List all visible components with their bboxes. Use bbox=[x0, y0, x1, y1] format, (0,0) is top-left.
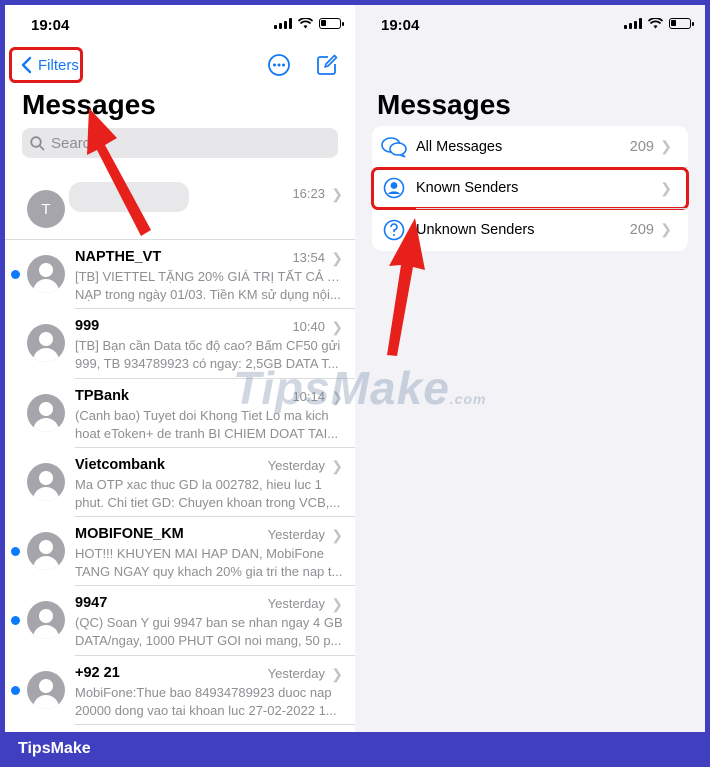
message-preview: MobiFone:Thue bao 84934789923 duoc nap 20… bbox=[75, 684, 337, 718]
chevron-right-icon: ❯ bbox=[331, 319, 343, 336]
chevron-right-icon: ❯ bbox=[331, 596, 343, 613]
chevron-right-icon: ❯ bbox=[331, 665, 343, 682]
watermark: TipsMake.com bbox=[233, 362, 487, 414]
message-preview: Ma OTP xac thuc GD la 002782, hieu luc 1… bbox=[75, 476, 341, 510]
status-icons bbox=[624, 18, 694, 29]
message-time: Yesterday bbox=[267, 527, 325, 543]
chevron-right-icon: ❯ bbox=[331, 250, 343, 266]
sender-name: +92 21 bbox=[75, 664, 120, 681]
status-time: 19:04 bbox=[31, 17, 70, 34]
avatar: T bbox=[27, 190, 65, 228]
filters-back-button[interactable]: Filters bbox=[9, 47, 83, 83]
unread-dot bbox=[11, 685, 20, 695]
unread-dot bbox=[11, 270, 20, 279]
filter-label: All Messages bbox=[416, 138, 503, 155]
message-list: T 16:23 ❯ NAPTHE_VT 13:54 ❯ [TB] VIETTEL TẶ… bbox=[5, 172, 355, 726]
sender-name: Vietcombank bbox=[75, 456, 165, 473]
list-item[interactable]: Vietcombank Yesterday ❯ Ma OTP xac thuc GD … bbox=[27, 448, 355, 518]
signal-icon bbox=[274, 18, 292, 29]
unread-dot bbox=[11, 547, 20, 557]
list-item[interactable]: +92 21 Yesterday ❯ MobiFone:Thue bao 849347… bbox=[11, 656, 355, 726]
sender-name: TPBank bbox=[75, 387, 129, 404]
search-input[interactable]: Search bbox=[22, 128, 338, 158]
annotation-arrow-left bbox=[87, 108, 151, 236]
chevron-right-icon: ❯ bbox=[331, 527, 343, 544]
message-time: 16:23 bbox=[292, 186, 325, 201]
status-time: 19:04 bbox=[381, 17, 420, 34]
chevron-right-icon: ❯ bbox=[660, 138, 672, 155]
avatar bbox=[27, 532, 65, 571]
battery-icon bbox=[669, 18, 694, 29]
unread-dot bbox=[11, 616, 20, 626]
avatar bbox=[27, 670, 65, 709]
list-item[interactable]: NAPTHE_VT 13:54 ❯ [TB] VIETTEL TẶNG 20% GIÁ… bbox=[11, 240, 355, 310]
message-time: Yesterday bbox=[267, 457, 325, 473]
avatar bbox=[27, 255, 65, 293]
sender-name: 9947 bbox=[75, 595, 108, 612]
filter-all-messages[interactable]: All Messages 209 ❯ bbox=[372, 126, 688, 168]
filter-known-senders[interactable]: Known Senders ❯ bbox=[371, 166, 689, 210]
message-time: Yesterday bbox=[267, 596, 325, 612]
chevron-right-icon: ❯ bbox=[660, 221, 672, 238]
list-item[interactable]: T 16:23 ❯ bbox=[5, 172, 355, 240]
avatar bbox=[27, 393, 65, 432]
chevron-left-icon bbox=[21, 56, 32, 74]
message-time: 10:40 bbox=[292, 319, 325, 335]
message-time: Yesterday bbox=[267, 665, 325, 681]
page-title: Messages bbox=[377, 89, 511, 120]
status-icons bbox=[274, 18, 344, 29]
bubbles-icon bbox=[381, 136, 407, 158]
signal-icon bbox=[624, 18, 642, 29]
message-preview: HOT!!! KHUYEN MAI HAP DAN, MobiFone TANG … bbox=[75, 546, 343, 580]
chevron-right-icon: ❯ bbox=[331, 186, 343, 202]
search-icon bbox=[30, 135, 45, 150]
status-bar: 19:04 bbox=[355, 5, 705, 45]
wifi-icon bbox=[298, 18, 313, 29]
screenshot-frame: 19:04 Filters Messages Search T 16:23 ❯ … bbox=[5, 5, 705, 732]
sender-name: MOBIFONE_KM bbox=[75, 526, 184, 543]
list-item[interactable]: 9947 Yesterday ❯ (QC) Soan Y gui 9947 ban s… bbox=[11, 586, 355, 656]
message-time: 13:54 bbox=[292, 250, 325, 265]
avatar bbox=[27, 601, 65, 640]
footer-brand: TipsMake bbox=[18, 740, 91, 757]
footer-bar: TipsMake bbox=[0, 737, 710, 767]
person-circle-icon bbox=[383, 177, 405, 199]
filter-count: 209 bbox=[629, 221, 654, 238]
battery-icon bbox=[319, 18, 344, 29]
message-preview: [TB] VIETTEL TẶNG 20% GIÁ TRỊ TẤT CẢ THẺ… bbox=[75, 269, 345, 302]
chevron-right-icon: ❯ bbox=[331, 457, 343, 474]
annotation-arrow-right bbox=[387, 218, 425, 356]
chevron-right-icon: ❯ bbox=[660, 179, 672, 196]
avatar bbox=[27, 324, 65, 363]
sender-name: 999 bbox=[75, 318, 100, 335]
status-bar: 19:04 bbox=[5, 5, 355, 45]
filter-label: Known Senders bbox=[416, 180, 519, 197]
more-options-icon[interactable] bbox=[267, 53, 291, 77]
filter-count: 209 bbox=[629, 138, 654, 155]
compose-icon[interactable] bbox=[315, 53, 339, 77]
message-preview: (QC) Soan Y gui 9947 ban se nhan ngay 4 … bbox=[75, 615, 343, 649]
list-item[interactable]: MOBIFONE_KM Yesterday ❯ HOT!!! KHUYEN MAI H… bbox=[11, 517, 355, 587]
avatar bbox=[27, 462, 65, 501]
back-label: Filters bbox=[38, 56, 79, 74]
sender-name: NAPTHE_VT bbox=[75, 249, 162, 265]
wifi-icon bbox=[648, 18, 663, 29]
